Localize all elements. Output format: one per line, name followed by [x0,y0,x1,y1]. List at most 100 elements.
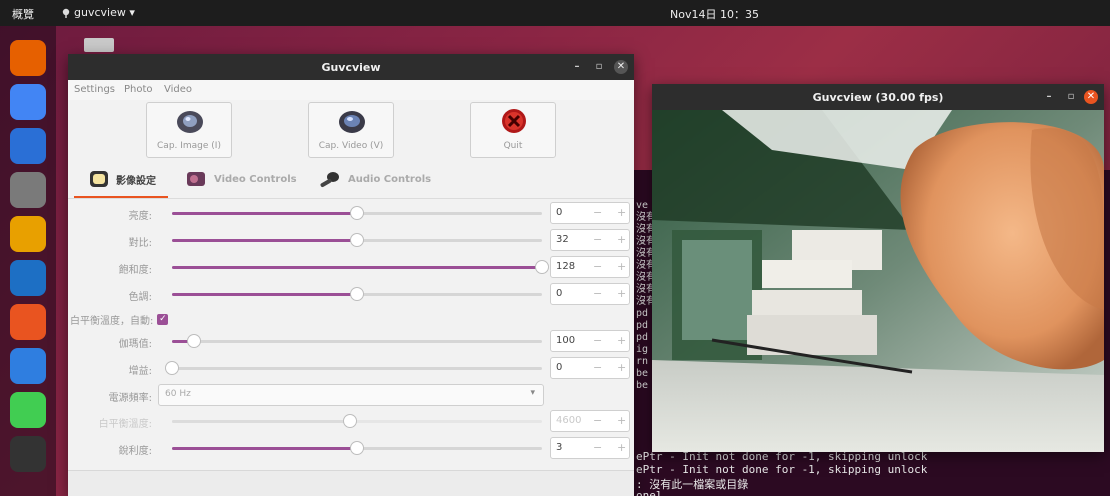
slider-fill [172,420,350,423]
slider-knob[interactable] [350,233,364,247]
activities-button[interactable]: 概覽 [12,6,34,22]
white-balance-auto-label: 白平衡溫度，自動: [70,316,154,327]
minus-icon[interactable]: − [593,361,602,374]
plus-icon[interactable]: + [617,441,626,454]
guvcview-control-window[interactable]: Guvcview – ▫ ✕ Settings Photo Video Cap.… [68,54,634,496]
thunderbird-icon[interactable] [10,128,46,164]
menu-settings[interactable]: Settings [74,84,115,95]
slider-knob[interactable] [350,287,364,301]
firefox-icon[interactable] [10,40,46,76]
minus-icon[interactable]: − [593,334,602,347]
control-window-title: Guvcview [321,61,381,74]
quit-icon [502,109,526,133]
slider-knob[interactable] [165,361,179,375]
tab-audio-controls[interactable]: Audio Controls [318,164,431,194]
white-balance-auto-checkbox[interactable]: ✓ [157,314,169,325]
help-icon[interactable] [10,348,46,384]
cap-image-label: Cap. Image (I) [157,141,221,151]
control-slider[interactable] [172,441,542,455]
power-line-row: 電源頻率: 60 Hz ▾ [68,382,634,408]
desktop-file-icon[interactable] [84,38,114,52]
slider-knob[interactable] [343,414,357,428]
tab-image-controls[interactable]: 影像設定 [88,164,156,194]
spinbox-value: 100 [556,335,576,346]
plus-icon[interactable]: + [617,233,626,246]
preview-minimize-button[interactable]: – [1042,90,1056,104]
control-slider[interactable] [172,233,542,247]
control-spinbox[interactable]: 100 − + [550,330,630,352]
writer-icon[interactable] [10,260,46,296]
control-label: 飽和度: [118,265,152,276]
guvcview-preview-window[interactable]: Guvcview (30.00 fps) – ▫ ✕ [652,84,1104,452]
control-label: 增益: [128,366,152,377]
software-icon[interactable] [10,304,46,340]
terminal-icon[interactable] [10,436,46,472]
app-menu[interactable]: guvcview ▾ [62,6,135,19]
cap-image-button[interactable]: Cap. Image (I) [146,102,232,158]
control-spinbox[interactable]: 128 − + [550,256,630,278]
terminal-line: onel [636,489,663,496]
tab-image-label: 影像設定 [116,175,156,187]
preview-maximize-button[interactable]: ▫ [1064,90,1078,104]
control-spinbox[interactable]: 32 − + [550,229,630,251]
control-spinbox[interactable]: 0 − + [550,283,630,305]
power-line-value: 60 Hz [165,389,191,399]
control-row: 增益: 0 − + [68,355,634,381]
slider-knob[interactable] [350,441,364,455]
files-icon[interactable] [10,172,46,208]
minus-icon[interactable]: − [593,260,602,273]
control-label: 亮度: [128,211,152,222]
plus-icon[interactable]: + [617,287,626,300]
control-row: 飽和度: 128 − + [68,254,634,280]
tab-video-label: Video Controls [214,173,297,185]
control-spinbox[interactable]: 0 − + [550,357,630,379]
slider-fill [172,447,357,450]
control-slider[interactable] [172,334,542,348]
minus-icon[interactable]: − [593,233,602,246]
control-window-titlebar[interactable]: Guvcview – ▫ ✕ [68,54,634,80]
close-button[interactable]: ✕ [614,60,628,74]
cap-video-button[interactable]: Cap. Video (V) [308,102,394,158]
control-label: 銳利度: [118,446,152,457]
control-slider[interactable] [172,260,549,274]
control-slider[interactable] [172,414,542,428]
rhythmbox-icon[interactable] [10,216,46,252]
chrome-icon[interactable] [10,84,46,120]
plus-icon[interactable]: + [617,260,626,273]
slider-fill [172,212,357,215]
camera-preview-image [652,110,1104,452]
minus-icon[interactable]: − [593,287,602,300]
control-row: 白平衡溫度: 4600− + [68,408,634,434]
menu-photo[interactable]: Photo [124,84,153,95]
power-line-select[interactable]: 60 Hz ▾ [158,384,544,406]
app-pin-icon [62,8,70,18]
control-spinbox[interactable]: 4600− + [550,410,630,432]
minus-icon[interactable]: − [593,206,602,219]
minus-icon[interactable]: − [593,414,602,427]
control-slider[interactable] [172,287,542,301]
control-slider[interactable] [172,206,542,220]
plus-icon[interactable]: + [617,361,626,374]
plus-icon[interactable]: + [617,206,626,219]
plus-icon[interactable]: + [617,414,626,427]
qt-creator-icon[interactable] [10,392,46,428]
power-line-label: 電源頻率: [108,393,152,404]
clock[interactable]: Nov14日 10：35 [670,6,759,22]
control-row: 銳利度: 3 − + [68,435,634,461]
control-slider[interactable] [165,361,542,375]
slider-fill [172,239,357,242]
control-spinbox[interactable]: 3 − + [550,437,630,459]
preview-close-button[interactable]: ✕ [1084,90,1098,104]
maximize-button[interactable]: ▫ [592,60,606,74]
minimize-button[interactable]: – [570,60,584,74]
slider-knob[interactable] [187,334,201,348]
preview-window-titlebar[interactable]: Guvcview (30.00 fps) – ▫ ✕ [652,84,1104,110]
quit-button[interactable]: Quit [470,102,556,158]
menu-video[interactable]: Video [164,84,192,95]
tab-video-controls[interactable]: Video Controls [184,164,297,194]
slider-knob[interactable] [535,260,549,274]
plus-icon[interactable]: + [617,334,626,347]
slider-knob[interactable] [350,206,364,220]
control-spinbox[interactable]: 0 − + [550,202,630,224]
minus-icon[interactable]: − [593,441,602,454]
